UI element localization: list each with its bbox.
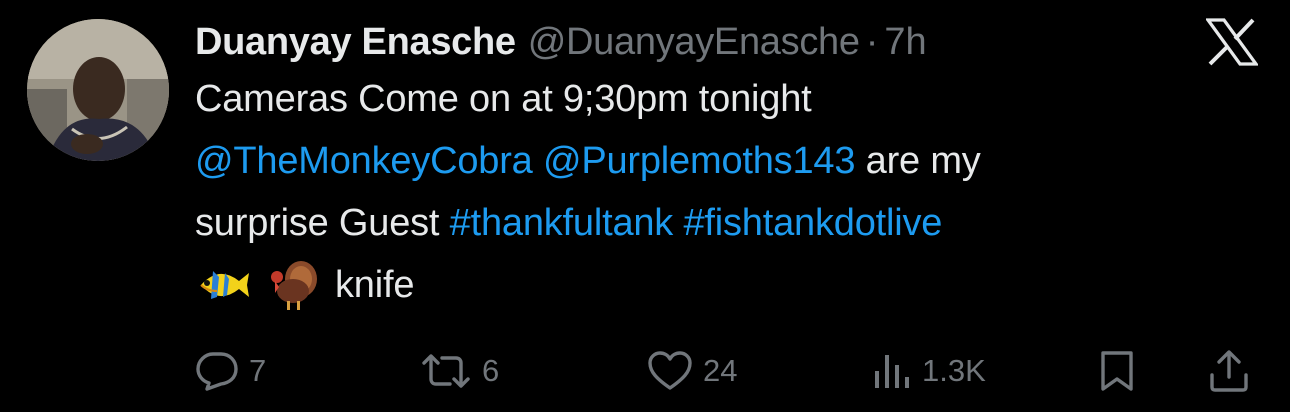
share-icon — [1208, 349, 1250, 393]
separator-dot: · — [865, 20, 879, 63]
views-button[interactable]: 1.3K — [872, 346, 986, 396]
mention-link[interactable]: @TheMonkeyCobra — [195, 140, 533, 182]
repost-count: 6 — [482, 353, 500, 388]
tweet-line-3: surprise Guest #thankfultank #fishtankdo… — [195, 192, 1195, 254]
hashtag-link[interactable]: #fishtankdotlive — [683, 202, 942, 244]
tweet-actions: 7 6 24 1.3K — [0, 346, 1290, 396]
tweet-text-line3: surprise Guest — [195, 202, 440, 244]
tweet-line-2: @TheMonkeyCobra @Purplemoths143 are my — [195, 130, 1195, 192]
tweet-header: Duanyay Enasche @DuanyayEnasche · 7h — [195, 14, 1195, 70]
bookmark-button[interactable] — [1098, 346, 1136, 396]
views-count: 1.3K — [922, 353, 986, 388]
like-count: 24 — [703, 353, 738, 388]
x-logo-icon[interactable] — [1204, 18, 1260, 66]
heart-icon — [647, 350, 693, 392]
mention-link[interactable]: @Purplemoths143 — [543, 140, 856, 182]
hashtag-link[interactable]: #thankfultank — [450, 202, 674, 244]
post-time[interactable]: 7h — [884, 21, 926, 64]
author-handle[interactable]: @DuanyayEnasche — [528, 21, 860, 64]
avatar-photo — [27, 19, 169, 161]
turkey-emoji — [265, 257, 321, 313]
reply-button[interactable]: 7 — [195, 346, 266, 396]
tweet-text-last: knife — [335, 264, 415, 306]
avatar[interactable] — [27, 19, 169, 161]
author-name[interactable]: Duanyay Enasche — [195, 21, 516, 64]
reply-icon — [195, 351, 239, 391]
share-button[interactable] — [1208, 346, 1250, 396]
tweet-text: Cameras Come on at 9;30pm tonight @TheMo… — [195, 68, 1195, 316]
tropical-fish-emoji — [195, 257, 251, 313]
reply-count: 7 — [249, 353, 267, 388]
tweet-text-after-mentions: are my — [865, 140, 981, 182]
tweet-line-1: Cameras Come on at 9;30pm tonight — [195, 68, 1195, 130]
repost-icon — [420, 351, 472, 391]
repost-button[interactable]: 6 — [420, 346, 499, 396]
tweet-line-4: knife — [195, 254, 1195, 316]
like-button[interactable]: 24 — [647, 346, 737, 396]
bookmark-icon — [1098, 350, 1136, 392]
views-icon — [872, 351, 912, 391]
tweet-body: Duanyay Enasche @DuanyayEnasche · 7h Cam… — [195, 14, 1195, 316]
tweet-text-line1: Cameras Come on at 9;30pm tonight — [195, 78, 812, 120]
